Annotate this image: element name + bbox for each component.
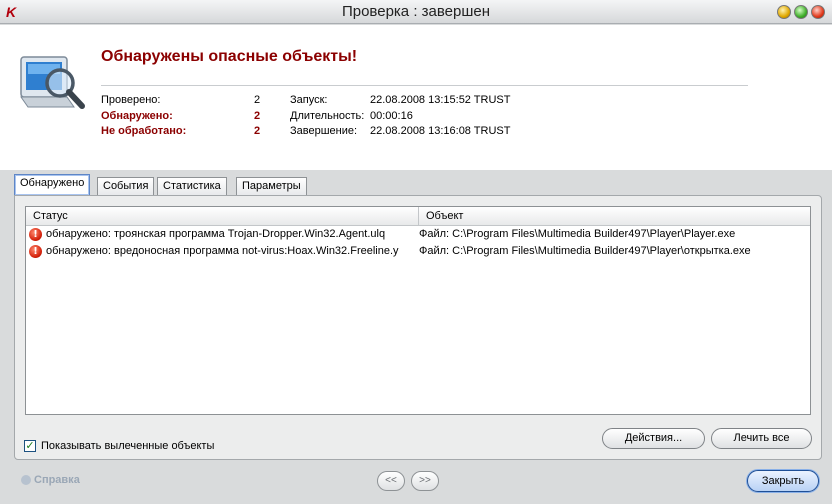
row-status: обнаружено: троянская программа Trojan-D…: [46, 228, 386, 240]
row-status: обнаружено: вредоносная программа not-vi…: [46, 245, 399, 257]
table-row[interactable]: ! обнаружено: троянская программа Trojan…: [26, 227, 810, 243]
help-icon: [21, 475, 31, 485]
maximize-button[interactable]: [794, 5, 808, 19]
row-object: Файл: C:\Program Files\Multimedia Builde…: [419, 245, 751, 257]
show-cured-checkbox[interactable]: ✓: [24, 440, 36, 452]
minimize-button[interactable]: [777, 5, 791, 19]
tab-detected[interactable]: Обнаружено: [14, 174, 91, 196]
window-title: Проверка : завершен: [341, 3, 491, 20]
column-header-status[interactable]: Статус: [33, 210, 68, 222]
cure-all-button[interactable]: Лечить все: [711, 428, 812, 449]
header-divider: [101, 85, 748, 86]
window-close-button[interactable]: [811, 5, 825, 19]
stat-value: 2: [254, 110, 261, 122]
stat-value-secondary: 22.08.2008 13:16:08 TRUST: [370, 125, 511, 137]
tab-parameters[interactable]: Параметры: [236, 177, 307, 196]
stat-value: 2: [254, 94, 261, 106]
title-bar: K Проверка : завершен: [0, 0, 832, 24]
stat-value-secondary: 00:00:16: [370, 110, 413, 122]
tab-statistics[interactable]: Статистика: [157, 177, 227, 196]
row-object: Файл: C:\Program Files\Multimedia Builde…: [419, 228, 736, 240]
column-header-object[interactable]: Объект: [426, 210, 463, 222]
monitor-magnifier-icon: [20, 56, 85, 109]
column-divider[interactable]: [418, 207, 419, 226]
detected-panel: Статус Объект ! обнаружено: троянская пр…: [14, 195, 822, 460]
stat-label-secondary: Завершение:: [290, 125, 358, 137]
close-button[interactable]: Закрыть: [747, 470, 819, 492]
stat-label: Не обработано:: [101, 125, 187, 137]
next-button[interactable]: >>: [411, 471, 439, 491]
actions-button[interactable]: Действия...: [602, 428, 705, 449]
show-cured-label[interactable]: Показывать вылеченные объекты: [41, 440, 214, 452]
stat-label-secondary: Длительность:: [290, 110, 365, 122]
scan-summary-header: Обнаружены опасные объекты! Проверено: 2…: [0, 25, 832, 170]
stat-value: 2: [254, 125, 261, 137]
stat-label: Обнаружено:: [101, 110, 173, 122]
help-label[interactable]: Справка: [34, 474, 80, 486]
previous-button[interactable]: <<: [377, 471, 405, 491]
table-row[interactable]: ! обнаружено: вредоносная программа not-…: [26, 244, 810, 260]
stat-value-secondary: 22.08.2008 13:15:52 TRUST: [370, 94, 511, 106]
list-header: Статус Объект: [26, 207, 810, 226]
warning-icon: !: [29, 245, 42, 258]
stat-label-secondary: Запуск:: [290, 94, 328, 106]
tab-events[interactable]: События: [97, 177, 155, 196]
warning-icon: !: [29, 228, 42, 241]
stat-label: Проверено:: [101, 94, 161, 106]
scan-headline: Обнаружены опасные объекты!: [101, 48, 358, 65]
detected-objects-list[interactable]: Статус Объект ! обнаружено: троянская пр…: [25, 206, 811, 415]
